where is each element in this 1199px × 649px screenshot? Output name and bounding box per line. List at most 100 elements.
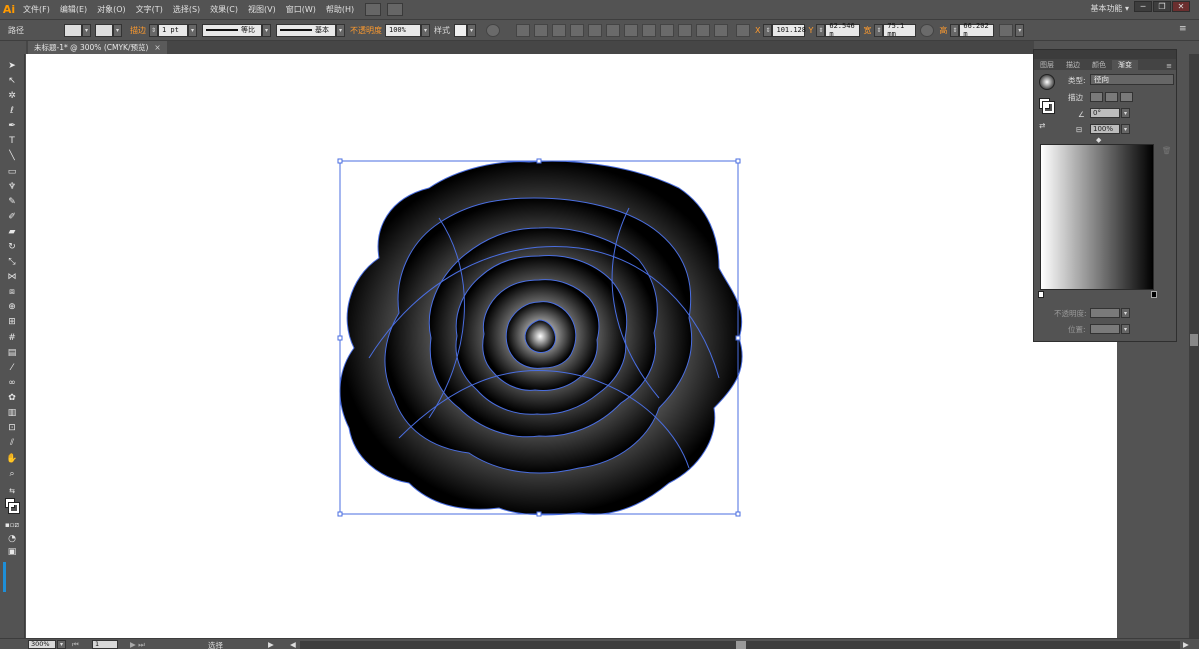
style-dropdown[interactable]: ▾ bbox=[467, 23, 476, 37]
h-field[interactable]: 66.202 m bbox=[959, 22, 995, 38]
column-graph-tool-icon[interactable]: ▥ bbox=[5, 407, 19, 419]
screen-mode-icon[interactable]: ▣ bbox=[5, 546, 19, 558]
reverse-gradient-icon[interactable]: ⇄ bbox=[1039, 121, 1045, 130]
pencil-tool-icon[interactable]: ✎ bbox=[5, 196, 19, 208]
stop-location-field[interactable] bbox=[1090, 324, 1120, 334]
align-bottom-icon[interactable] bbox=[624, 23, 638, 37]
align-center-icon[interactable] bbox=[552, 23, 566, 37]
tab-stroke[interactable]: 描边 bbox=[1060, 60, 1086, 70]
menu-window[interactable]: 窗口(W) bbox=[281, 4, 321, 15]
x-stepper[interactable]: ⇕ bbox=[763, 23, 773, 37]
arrange-documents-icon[interactable] bbox=[387, 3, 404, 16]
stroke-dropdown[interactable]: ▾ bbox=[113, 23, 122, 37]
gradient-type-select[interactable]: 径向 bbox=[1090, 74, 1174, 85]
delete-stop-icon[interactable]: 🗑 bbox=[1162, 146, 1172, 155]
profile-dropdown[interactable]: ▾ bbox=[262, 23, 271, 37]
stroke-swatch[interactable] bbox=[95, 23, 113, 37]
y-field[interactable]: 62.546 m bbox=[825, 22, 861, 38]
panel-header[interactable] bbox=[1034, 50, 1176, 59]
perspective-grid-tool-icon[interactable]: ⊞ bbox=[5, 316, 19, 328]
minimize-icon[interactable]: ─ bbox=[1134, 1, 1152, 12]
transform-dropdown[interactable]: ▾ bbox=[1015, 23, 1025, 37]
shape-builder-tool-icon[interactable]: ⊕ bbox=[5, 301, 19, 313]
align-to-icon[interactable] bbox=[516, 23, 530, 37]
line-tool-icon[interactable]: ╲ bbox=[5, 150, 19, 162]
gradient-slider[interactable] bbox=[1040, 144, 1154, 290]
slice-tool-icon[interactable]: ⫽ bbox=[5, 437, 19, 449]
align-top-icon[interactable] bbox=[588, 23, 602, 37]
stroke-gradient-along[interactable] bbox=[1105, 92, 1118, 102]
document-tab-close-icon[interactable]: × bbox=[154, 43, 160, 52]
menu-help[interactable]: 帮助(H) bbox=[321, 4, 359, 15]
symbol-sprayer-tool-icon[interactable]: ✿ bbox=[5, 392, 19, 404]
width-tool-icon[interactable]: ⋈ bbox=[5, 271, 19, 283]
swap-fill-stroke-icon[interactable]: ⇆ bbox=[5, 485, 19, 497]
distribute-top-icon[interactable] bbox=[642, 23, 656, 37]
align-left-icon[interactable] bbox=[534, 23, 548, 37]
menu-file[interactable]: 文件(F) bbox=[18, 4, 55, 15]
stop-location-dropdown[interactable]: ▾ bbox=[1121, 324, 1130, 334]
gradient-thumbnail[interactable] bbox=[1039, 74, 1055, 90]
brush-dropdown[interactable]: ▾ bbox=[336, 23, 345, 37]
stroke-weight-dropdown[interactable]: ▾ bbox=[188, 23, 197, 37]
scroll-right-icon[interactable]: ▶ bbox=[1183, 640, 1189, 649]
bridge-icon[interactable] bbox=[365, 3, 382, 16]
gradient-stroke-swatch[interactable] bbox=[1042, 101, 1055, 114]
opacity-dropdown[interactable]: ▾ bbox=[421, 23, 430, 37]
first-artboard-icon[interactable]: ⏮ bbox=[72, 640, 79, 649]
stroke-gradient-within[interactable] bbox=[1090, 92, 1103, 102]
workspace-switcher[interactable]: 基本功能 ▾ bbox=[1090, 3, 1129, 14]
pen-tool-icon[interactable]: ✒ bbox=[5, 120, 19, 132]
zoom-dropdown[interactable]: ▾ bbox=[57, 640, 66, 649]
zoom-field[interactable]: 300% bbox=[28, 640, 56, 649]
menu-type[interactable]: 文字(T) bbox=[131, 4, 168, 15]
y-stepper[interactable]: ⇕ bbox=[816, 23, 826, 37]
stroke-gradient-across[interactable] bbox=[1120, 92, 1133, 102]
rotate-tool-icon[interactable]: ↻ bbox=[5, 241, 19, 253]
brush-definition[interactable]: 基本 bbox=[276, 23, 336, 37]
align-middle-icon[interactable] bbox=[606, 23, 620, 37]
stop-opacity-field[interactable] bbox=[1090, 308, 1120, 318]
tab-color[interactable]: 颜色 bbox=[1086, 60, 1112, 70]
next-artboard-icon[interactable]: ▶ ⏭ bbox=[130, 640, 145, 649]
variable-width-profile[interactable]: 等比 bbox=[202, 23, 262, 37]
paintbrush-tool-icon[interactable]: ♆ bbox=[5, 181, 19, 193]
style-swatch[interactable] bbox=[454, 23, 467, 37]
mesh-tool-icon[interactable]: # bbox=[5, 332, 19, 344]
aspect-ratio-dropdown[interactable]: ▾ bbox=[1121, 124, 1130, 134]
tab-gradient[interactable]: 渐变 bbox=[1112, 60, 1138, 70]
panel-menu-icon[interactable]: ≡ bbox=[1166, 62, 1176, 70]
restore-icon[interactable]: ❐ bbox=[1153, 1, 1171, 12]
menu-view[interactable]: 视图(V) bbox=[243, 4, 281, 15]
scroll-left-icon[interactable]: ◀ bbox=[290, 640, 296, 649]
menu-object[interactable]: 对象(O) bbox=[92, 4, 131, 15]
eyedropper-tool-icon[interactable]: ⁄ bbox=[5, 362, 19, 374]
w-field[interactable]: 75.1 mm bbox=[883, 22, 917, 38]
tab-layers[interactable]: 图层 bbox=[1034, 60, 1060, 70]
artboard-tool-icon[interactable]: ⊡ bbox=[5, 422, 19, 434]
lasso-tool-icon[interactable]: ℓ bbox=[5, 105, 19, 117]
opacity-field[interactable]: 100% bbox=[385, 23, 421, 37]
distribute-middle-icon[interactable] bbox=[660, 23, 674, 37]
h-stepper[interactable]: ⇕ bbox=[950, 23, 960, 37]
recolor-icon[interactable] bbox=[486, 23, 500, 37]
blob-brush-tool-icon[interactable]: ✐ bbox=[5, 211, 19, 223]
gradient-stop-right[interactable] bbox=[1151, 291, 1157, 298]
fill-stroke-swatches[interactable] bbox=[5, 498, 20, 516]
vertical-scroll-thumb[interactable] bbox=[1190, 334, 1198, 346]
gradient-stop-left[interactable] bbox=[1038, 291, 1044, 298]
blend-tool-icon[interactable]: ∞ bbox=[5, 377, 19, 389]
close-icon[interactable]: ✕ bbox=[1172, 1, 1190, 12]
reference-point-icon[interactable] bbox=[736, 23, 750, 37]
menu-edit[interactable]: 编辑(E) bbox=[55, 4, 92, 15]
opacity-label[interactable]: 不透明度 bbox=[350, 25, 382, 36]
document-tab[interactable]: 未标题-1* @ 300% (CMYK/预览) × bbox=[28, 41, 167, 54]
rose-artwork[interactable] bbox=[26, 54, 1117, 638]
distribute-left-icon[interactable] bbox=[696, 23, 710, 37]
stroke-label[interactable]: 描边 bbox=[130, 25, 146, 36]
angle-dropdown[interactable]: ▾ bbox=[1121, 108, 1130, 118]
direct-selection-tool-icon[interactable]: ↖ bbox=[5, 75, 19, 87]
status-menu-icon[interactable]: ▶ bbox=[268, 640, 274, 649]
scale-tool-icon[interactable]: ⤡ bbox=[5, 256, 19, 268]
midpoint-diamond-icon[interactable]: ◆ bbox=[1096, 136, 1101, 144]
